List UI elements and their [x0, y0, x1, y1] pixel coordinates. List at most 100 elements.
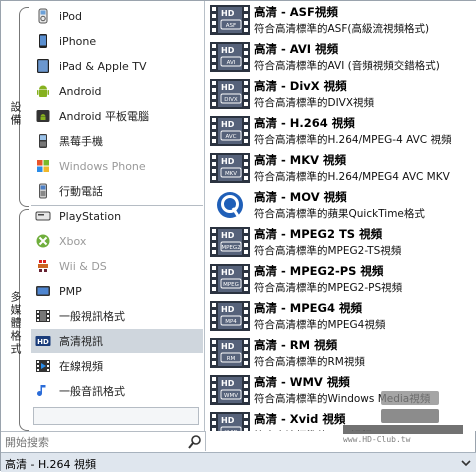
category-item[interactable]: HD 高清視訊: [31, 329, 203, 353]
svg-text:ASF: ASF: [226, 23, 236, 29]
svg-text:WMV: WMV: [224, 393, 238, 399]
format-title: 高清 - AVI 視頻: [254, 42, 339, 56]
category-item[interactable]: 行動電話: [31, 179, 203, 203]
hd-film-icon: HD RM: [210, 338, 250, 368]
format-description: 符合高清標準的蘋果QuickTime格式: [254, 208, 425, 220]
category-item[interactable]: Android 平板電腦: [31, 104, 203, 128]
format-item[interactable]: HD MKV 高清 - MKV 視頻 符合高清標準的H.264/MPEG4 AVC M…: [206, 149, 476, 186]
format-item[interactable]: HD MP4 高清 - MPEG4 視頻符合高清標準的MPEG4視頻: [206, 297, 476, 334]
category-item[interactable]: iPad & Apple TV: [31, 54, 203, 78]
svg-text:RM: RM: [227, 356, 236, 362]
selected-format-bar[interactable]: 高清 - H.264 視頻: [1, 452, 476, 472]
hd-film-icon: HD AVC: [210, 116, 250, 146]
format-item[interactable]: HD AVC 高清 - H.264 視頻 符合高清標準的H.264/MPEG-4 AV…: [206, 112, 476, 149]
hd-film-icon: HD DIVX: [210, 79, 250, 109]
svg-text:HD: HD: [221, 83, 235, 92]
format-item[interactable]: HD MPEG 高清 - MPEG2-PS 視頻符合高清標準的MPEG2-PS視頻: [206, 260, 476, 297]
hd-film-icon: HD MPEG: [210, 264, 250, 294]
category-item[interactable]: PMP: [31, 279, 203, 303]
selected-format-label: 高清 - H.264 視頻: [5, 458, 97, 471]
search-bar: [1, 431, 206, 451]
format-title: 高清 - Xvid 視頻: [254, 412, 346, 426]
svg-text:MPEG: MPEG: [223, 282, 239, 288]
svg-text:HD: HD: [221, 379, 235, 388]
wii-ds-icon: [35, 258, 51, 274]
category-list: iPod iPhone iPad & Apple TV Android Android …: [29, 1, 205, 431]
ipod-icon: [35, 8, 51, 24]
iphone-icon: [35, 33, 51, 49]
format-description: 符合高清標準的H.264/MPEG4 AVC MKV: [254, 171, 450, 183]
category-item[interactable]: Wii & DS: [31, 254, 203, 278]
group-rail: 設備 多媒體格式: [1, 1, 29, 431]
format-title: 高清 - H.264 視頻: [254, 116, 355, 130]
format-title: 高清 - MOV 視頻: [254, 190, 347, 204]
category-label: PMP: [59, 284, 82, 298]
category-label: iPad & Apple TV: [59, 59, 147, 73]
general-audio-icon: [35, 383, 51, 399]
svg-text:MP4: MP4: [225, 319, 237, 325]
category-item[interactable]: Xbox: [31, 229, 203, 253]
category-label: 行動電話: [59, 185, 103, 198]
category-item[interactable]: 一般音訊格式: [31, 379, 203, 403]
category-label: 在線視頻: [59, 360, 103, 373]
format-item[interactable]: HD ASF 高清 - ASF視頻 符合高清標準的ASF(高級流視頻格式): [206, 1, 476, 38]
format-description: 符合高清標準的MPEG4視頻: [254, 319, 386, 331]
format-list: HD ASF 高清 - ASF視頻 符合高清標準的ASF(高級流視頻格式) HD AVI 高…: [206, 1, 476, 431]
format-description: 符合高清標準的AVI (音頻視頻交錯格式): [254, 60, 440, 72]
hd-video-icon: HD: [35, 333, 51, 349]
format-title: 高清 - ASF視頻: [254, 5, 338, 19]
category-label: 一般視訊格式: [59, 310, 125, 323]
format-item[interactable]: HD AVI 高清 - AVI 視頻符合高清標準的AVI (音頻視頻交錯格式): [206, 38, 476, 75]
category-label: 黑莓手機: [59, 135, 103, 148]
chevron-down-icon[interactable]: [459, 456, 473, 470]
category-item[interactable]: iPhone: [31, 29, 203, 53]
category-item[interactable]: 在線視頻: [31, 354, 203, 378]
format-item[interactable]: HD MPEG2 高清 - MPEG2 TS 視頻符合高清標準的MPEG2-TS視頻: [206, 223, 476, 260]
format-title: 高清 - MKV 視頻: [254, 153, 347, 167]
svg-text:HD: HD: [37, 338, 49, 346]
category-item[interactable]: Android: [31, 79, 203, 103]
mobile-phone-icon: [35, 183, 51, 199]
hd-film-icon: HD MPEG2: [210, 227, 250, 257]
category-item[interactable]: PlayStation: [31, 204, 203, 228]
category-item[interactable]: Windows Phone: [31, 154, 203, 178]
format-item[interactable]: HD DIVX 高清 - DivX 視頻 符合高清標準的DIVX視頻: [206, 75, 476, 112]
hd-film-icon: HD WMV: [210, 375, 250, 405]
svg-text:DIVX: DIVX: [224, 97, 238, 103]
category-item[interactable]: 黑莓手機: [31, 129, 203, 153]
format-title: 高清 - WMV 視頻: [254, 375, 350, 389]
category-item[interactable]: iPod: [31, 4, 203, 28]
svg-text:HD: HD: [221, 46, 235, 55]
devices-group-label: 設備: [9, 101, 22, 127]
category-label: Xbox: [59, 234, 87, 248]
category-item[interactable]: 一般視訊格式: [31, 304, 203, 328]
hd-film-icon: HD AVI: [210, 42, 250, 72]
format-description: 符合高清標準的MPEG2-TS視頻: [254, 245, 402, 257]
svg-text:HD: HD: [221, 416, 235, 425]
category-label: 一般音訊格式: [59, 385, 125, 398]
hd-film-icon: HD XVID: [210, 412, 250, 431]
format-description: 符合高清標準的MPEG2-PS視頻: [254, 282, 403, 294]
format-title: 高清 - MPEG2-PS 視頻: [254, 264, 384, 278]
category-label: PlayStation: [59, 209, 122, 223]
search-icon[interactable]: [187, 434, 203, 450]
svg-text:HD: HD: [221, 157, 235, 166]
svg-text:HD: HD: [221, 268, 235, 277]
search-input[interactable]: [5, 434, 181, 450]
svg-text:HD: HD: [221, 305, 235, 314]
format-title: 高清 - MPEG2 TS 視頻: [254, 227, 383, 241]
format-item[interactable]: HD RM 高清 - RM 視頻 符合高清標準的RM視頻: [206, 334, 476, 371]
format-title: 高清 - MPEG4 視頻: [254, 301, 362, 315]
svg-text:HD: HD: [221, 231, 235, 240]
windows-phone-icon: [35, 158, 51, 174]
svg-text:HD: HD: [221, 120, 235, 129]
android-icon: [35, 83, 51, 99]
svg-text:XVID: XVID: [224, 430, 237, 431]
pmp-icon: [35, 283, 51, 299]
hd-film-icon: HD ASF: [210, 5, 250, 35]
svg-text:AVI: AVI: [227, 60, 236, 66]
format-item[interactable]: 高清 - MOV 視頻符合高清標準的蘋果QuickTime格式: [206, 186, 476, 223]
svg-text:MPEG2: MPEG2: [221, 245, 240, 251]
category-label: Android: [59, 84, 102, 98]
android-tablet-icon: [35, 108, 51, 124]
